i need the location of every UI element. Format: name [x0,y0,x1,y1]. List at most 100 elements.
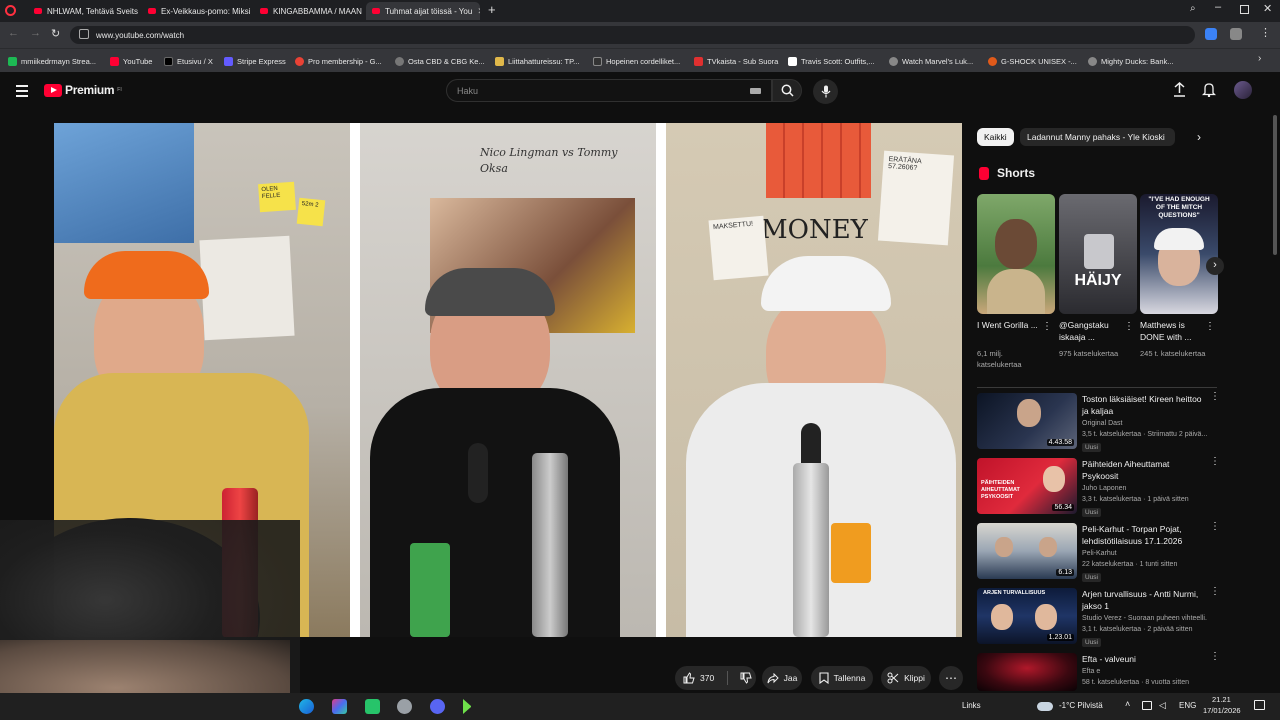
edge-icon[interactable] [299,699,314,714]
bookmark-item[interactable]: Etusivu / X [164,54,213,68]
reload-icon[interactable]: ↻ [51,27,60,40]
voice-search-button[interactable] [813,79,838,104]
tab-1[interactable]: NHLWAM, Tehtävä Sveits ✕ [28,2,140,20]
tray-chevron-icon[interactable]: ˄ [1125,699,1130,709]
chip-all[interactable]: Kaikki [977,128,1014,146]
clock-date[interactable]: 17/01/2026 [1203,706,1241,715]
search-tabs-icon[interactable]: ⌕ [1190,3,1196,14]
keyboard-icon[interactable] [750,88,761,94]
avatar[interactable] [1234,81,1252,99]
minimize-icon[interactable]: – [1215,1,1221,13]
page-scrollbar[interactable] [1273,115,1277,255]
video-title[interactable]: Toston läksiäiset! Kireen heittoo ja kal… [1082,393,1204,417]
video-thumbnail[interactable]: 4.43.58 [977,393,1077,449]
url-field[interactable]: www.youtube.com/watch [70,26,1195,44]
bookmark-item[interactable]: Osta CBD & CBG Ke... [395,54,485,68]
short-thumbnail-1[interactable] [977,194,1055,314]
search-input[interactable]: Haku [446,79,772,102]
short-thumbnail-2[interactable]: HÄIJY [1059,194,1137,314]
bookmark-item[interactable]: Pro membership - G... [295,54,382,68]
weather-widget[interactable]: -1°C Pilvistä [1059,701,1103,710]
bookmark-item[interactable]: Travis Scott: Outfits,... [788,54,875,68]
youtube-premium-logo[interactable]: Premium FI [44,83,122,97]
chip-related[interactable]: Ladannut Manny pahaks - Yle Kioski [1020,128,1175,146]
recommended-video[interactable]: 4.43.58 Toston läksiäiset! Kireen heitto… [977,392,1220,452]
video-title[interactable]: Arjen turvallisuus - Antti Nurmi, jakso … [1082,588,1204,612]
chips-next-icon[interactable]: › [1197,130,1201,144]
video-menu-icon[interactable]: ⋮ [1210,522,1220,532]
channel-name[interactable]: Original Dast [1082,419,1207,429]
back-icon[interactable]: ← [8,27,19,39]
bookmark-item[interactable]: Mighty Ducks: Bank... [1088,54,1174,68]
video-thumbnail[interactable]: ARJEN TURVALLISUUS 1.23.01 [977,588,1077,644]
video-menu-icon[interactable]: ⋮ [1210,457,1220,467]
short-thumbnail-3[interactable]: "I'VE HAD ENOUGH OF THE MITCH QUESTIONS" [1140,194,1218,314]
video-thumbnail[interactable]: 6.13 [977,523,1077,579]
network-icon[interactable] [1142,701,1152,710]
hamburger-menu-icon[interactable] [16,85,28,97]
bookmark-item[interactable]: mmiikedrmayn Strea... [8,54,96,68]
channel-name[interactable]: Peli-Karhut [1082,549,1207,559]
share-button[interactable]: Jaa [762,666,802,690]
browser-profile-icon[interactable] [5,5,16,16]
clip-button[interactable]: Klippi [881,666,931,690]
video-menu-icon[interactable]: ⋮ [1210,392,1220,402]
recommended-video[interactable]: ARJEN TURVALLISUUS 1.23.01 Arjen turvall… [977,587,1220,647]
app-icon[interactable] [332,699,347,714]
video-menu-icon[interactable]: ⋮ [1210,587,1220,597]
channel-name[interactable]: Studio Verez - Suoraan puheen vihteelli.… [1082,614,1207,624]
channel-name[interactable]: Efta e [1082,667,1207,677]
short-menu-icon[interactable]: ⋮ [1124,321,1134,332]
video-thumbnail[interactable] [977,653,1077,691]
short-menu-icon[interactable]: ⋮ [1042,321,1052,332]
extension-icon[interactable] [1205,28,1217,40]
recommended-video[interactable]: PÄIHTEIDEN AIHEUTTAMAT PSYKOOSIT 56.34 P… [977,457,1220,517]
more-bookmarks-icon[interactable]: › [1258,53,1261,64]
app-icon[interactable] [463,699,471,714]
like-button[interactable]: 370 [683,672,714,684]
tab-4-active[interactable]: Tuhmat aijat töissä - You ✕ [366,2,480,20]
menu-icon[interactable]: ⋮ [1260,26,1271,39]
app-icon[interactable] [397,699,412,714]
video-title[interactable]: Peli-Karhut - Torpan Pojat, lehdistötila… [1082,523,1204,547]
shorts-next-button[interactable]: › [1206,257,1224,275]
short-title[interactable]: Matthews is DONE with ... [1140,319,1208,343]
bookmark-item[interactable]: Liittahattureissu: TP... [495,54,579,68]
recommended-video[interactable]: 6.13 Peli-Karhut - Torpan Pojat, lehdist… [977,522,1220,582]
more-actions-button[interactable]: ⋯ [939,666,963,690]
clock-time[interactable]: 21.21 [1212,695,1231,704]
notification-center-icon[interactable] [1254,700,1265,710]
language-indicator[interactable]: ENG [1179,701,1196,710]
short-title[interactable]: I Went Gorilla ... [977,319,1045,331]
close-window-icon[interactable]: ✕ [1263,2,1272,15]
taskbar-links[interactable]: Links [962,701,981,710]
search-button[interactable] [772,79,802,102]
site-info-icon[interactable] [79,29,89,39]
upload-icon[interactable] [1173,81,1186,100]
maximize-icon[interactable] [1240,5,1249,14]
close-tab-icon[interactable]: ✕ [477,6,480,17]
forward-icon[interactable]: → [30,27,41,39]
video-title[interactable]: Päihteiden Aiheuttamat Psykoosit [1082,458,1204,482]
bookmark-item[interactable]: Watch Marvel's Luk... [889,54,973,68]
bookmark-item[interactable]: G-SHOCK UNISEX -... [988,54,1077,68]
video-menu-icon[interactable]: ⋮ [1210,652,1220,662]
extension-icon[interactable] [1230,28,1242,40]
video-thumbnail[interactable]: PÄIHTEIDEN AIHEUTTAMAT PSYKOOSIT 56.34 [977,458,1077,514]
thumbs-down-icon[interactable] [740,672,752,684]
recommended-video[interactable]: Efta - valveuni Efta e 58 t. katselukert… [977,652,1220,691]
video-title[interactable]: Efta - valveuni [1082,653,1204,665]
bookmark-item[interactable]: YouTube [110,54,152,68]
discord-icon[interactable] [430,699,445,714]
notifications-bell-icon[interactable] [1201,82,1217,100]
tab-3[interactable]: KINGABBAMMA / MAAN ✕ [254,2,364,20]
bookmark-item[interactable]: TVkaista - Sub Suora [694,54,778,68]
short-title[interactable]: @Gangstaku iskaaja ... [1059,319,1127,343]
save-button[interactable]: Tallenna [811,666,873,690]
new-tab-icon[interactable]: + [488,2,496,17]
bookmark-item[interactable]: Stripe Express [224,54,286,68]
app-icon[interactable] [365,699,380,714]
bookmark-item[interactable]: Hopeinen cordelliket... [593,54,680,68]
tab-2[interactable]: Ex-Veikkaus-pomo: Miksi ✕ [142,2,252,20]
channel-name[interactable]: Juho Laponen [1082,484,1207,494]
